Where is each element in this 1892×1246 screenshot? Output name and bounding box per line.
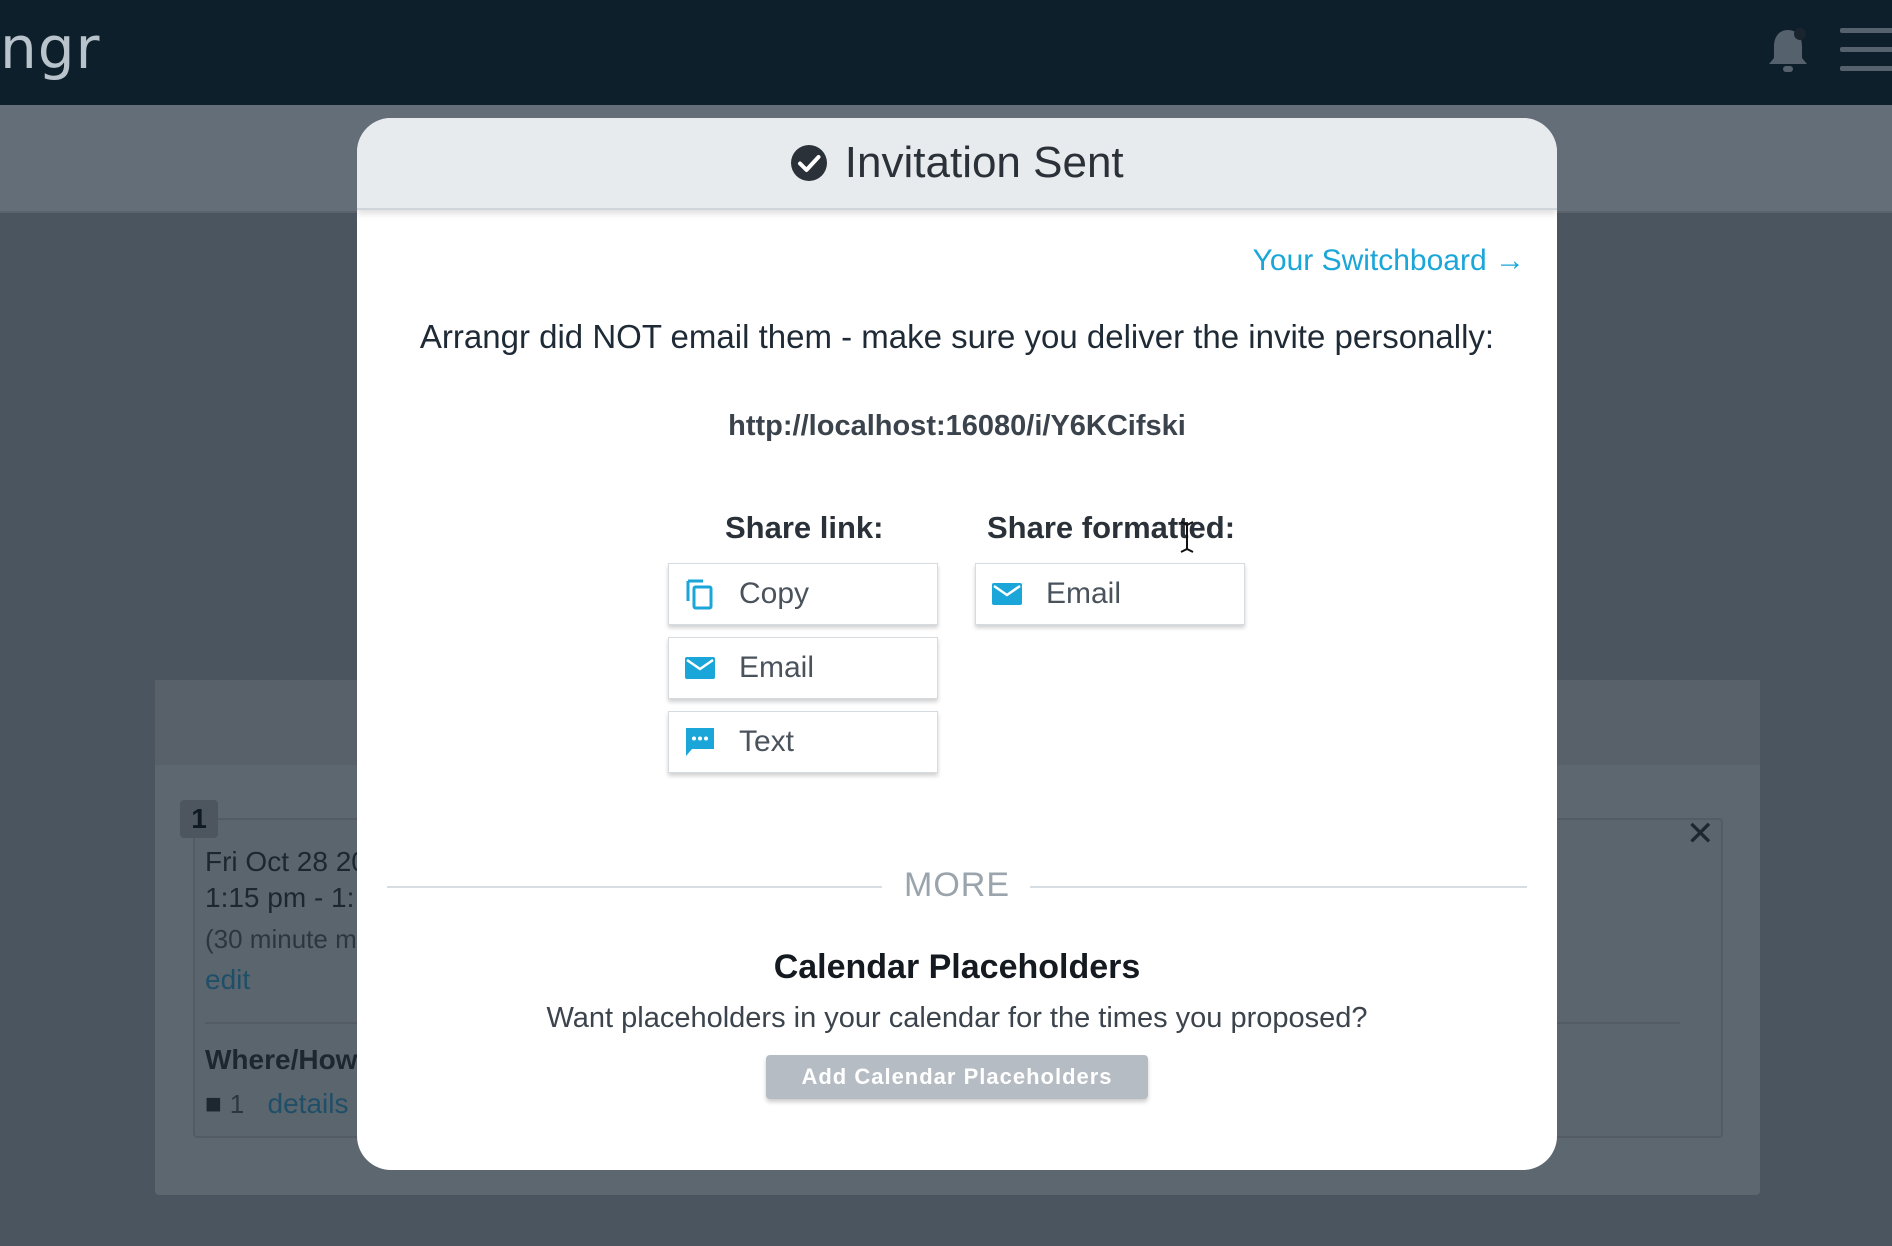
copy-button-label: Copy xyxy=(739,577,810,610)
calendar-placeholders-description: Want placeholders in your calendar for t… xyxy=(546,1002,1368,1034)
email-button-label: Email xyxy=(739,651,815,684)
copy-icon xyxy=(686,579,713,610)
menu-hamburger-icon[interactable] xyxy=(1840,28,1892,71)
email-link-button[interactable]: Email xyxy=(668,637,938,699)
app-logo: ngr xyxy=(0,14,101,82)
more-section-label: MORE xyxy=(904,866,1010,904)
copy-link-button[interactable]: Copy xyxy=(668,563,938,625)
slot-date: Fri Oct 28 20 xyxy=(205,846,367,877)
share-link-label: Share link: xyxy=(725,510,884,545)
where-how-row: ■ 1 details xyxy=(205,1088,348,1120)
modal-title: Invitation Sent xyxy=(844,138,1124,187)
invite-url[interactable]: http://localhost:16080/i/Y6KCifski xyxy=(357,410,1557,443)
slot-number-badge: 1 xyxy=(180,800,218,838)
video-count: 1 xyxy=(229,1089,245,1119)
check-circle-icon xyxy=(791,145,828,181)
details-link[interactable]: details xyxy=(268,1088,349,1119)
slot-edit-link[interactable]: edit xyxy=(205,964,250,996)
share-formatted-label: Share formatted: xyxy=(987,510,1236,545)
mail-icon xyxy=(992,583,1022,605)
chat-icon xyxy=(686,728,714,756)
email-formatted-button[interactable]: Email xyxy=(975,563,1245,625)
slot-duration: (30 minute m xyxy=(205,924,357,954)
your-switchboard-link[interactable]: Your Switchboard → xyxy=(1253,244,1525,278)
close-slot-icon[interactable]: ✕ xyxy=(1686,814,1715,854)
modal-header: Invitation Sent xyxy=(357,118,1557,210)
invitation-sent-modal: Invitation Sent Your Switchboard → Arran… xyxy=(357,118,1557,1170)
text-cursor-icon xyxy=(1180,521,1194,553)
mail-icon xyxy=(685,657,715,679)
text-link-button[interactable]: Text xyxy=(668,711,938,773)
video-camera-icon: ■ xyxy=(205,1088,222,1119)
calendar-placeholders-title: Calendar Placeholders xyxy=(773,948,1141,986)
where-how-label: Where/How xyxy=(205,1044,358,1075)
notification-bell-icon[interactable] xyxy=(1762,24,1814,76)
text-button-label: Text xyxy=(739,725,795,758)
delivery-notice: Arrangr did NOT email them - make sure y… xyxy=(419,318,1495,355)
app-header: ngr xyxy=(0,0,1892,105)
slot-time: 1:15 pm - 1: xyxy=(205,882,355,913)
add-calendar-placeholders-button[interactable]: Add Calendar Placeholders xyxy=(766,1055,1148,1099)
email-formatted-label: Email xyxy=(1046,577,1122,610)
